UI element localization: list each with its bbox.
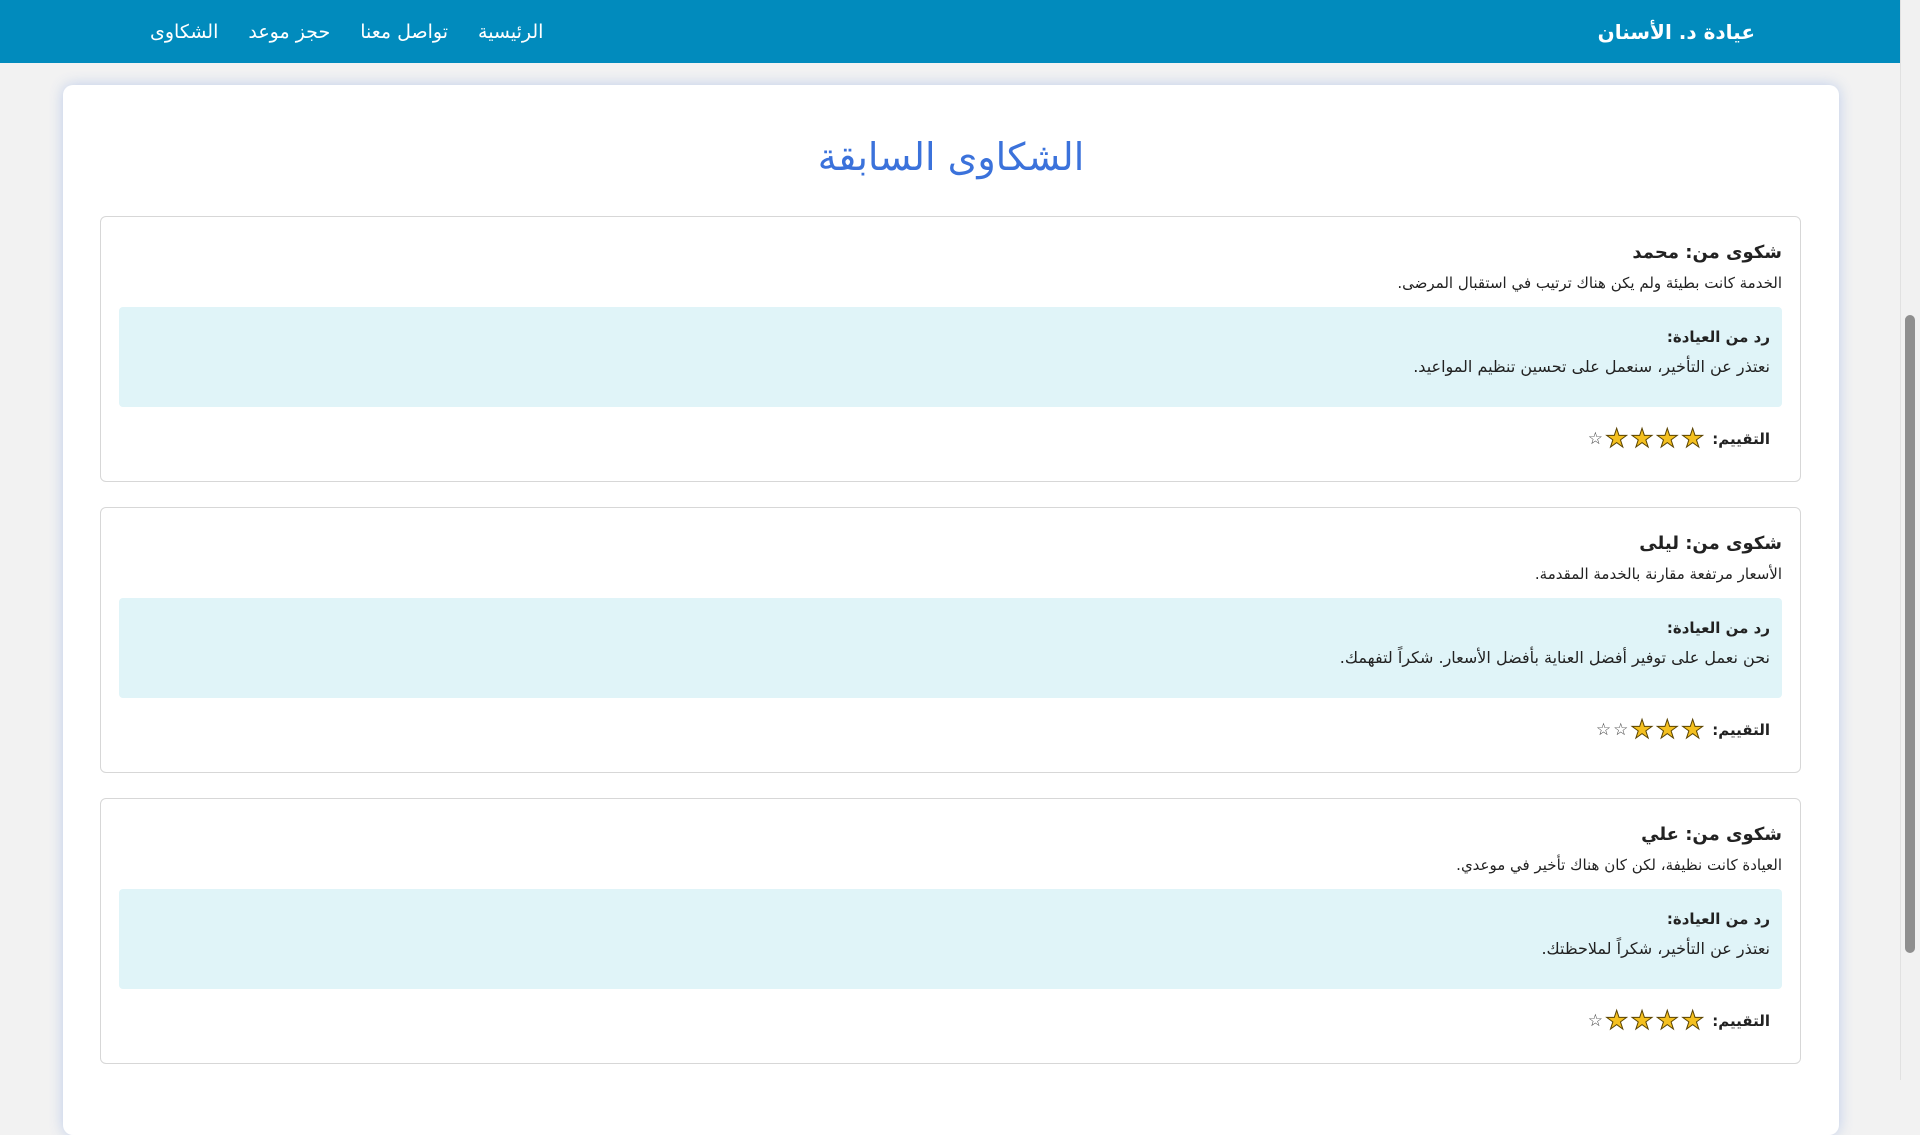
star-filled-icon: ★ (1605, 1006, 1629, 1036)
rating: التقييم: ★ ★ ★ ★ ☆ (119, 421, 1782, 457)
site-brand[interactable]: عيادة د. الأسنان (1598, 20, 1755, 44)
star-filled-icon: ★ (1630, 715, 1654, 745)
top-navbar: عيادة د. الأسنان الرئيسية تواصل معنا حجز… (0, 0, 1900, 63)
star-filled-icon: ★ (1655, 424, 1679, 454)
nav-links: الرئيسية تواصل معنا حجز موعد الشكاوى (150, 21, 543, 43)
main-container: الشكاوى السابقة شكوى من: محمد الخدمة كان… (63, 85, 1839, 1135)
page-title: الشكاوى السابقة (817, 135, 1085, 179)
nav-link-complaints[interactable]: الشكاوى (150, 21, 218, 43)
rating-stars: ★ ★ ★ ☆ ☆ (1595, 715, 1705, 745)
star-filled-icon: ★ (1630, 424, 1654, 454)
reply-title: رد من العيادة: (1666, 328, 1770, 346)
nav-link-home[interactable]: الرئيسية (478, 21, 543, 43)
complaint-text: العيادة كانت نظيفة، لكن كان هناك تأخير ف… (1456, 856, 1782, 874)
clinic-reply: رد من العيادة: نحن نعمل على توفير أفضل ا… (119, 598, 1782, 698)
star-filled-icon: ★ (1655, 1006, 1679, 1036)
nav-link-contact[interactable]: تواصل معنا (360, 21, 448, 43)
star-filled-icon: ★ (1680, 424, 1705, 454)
complaint-card: شكوى من: ليلى الأسعار مرتفعة مقارنة بالخ… (100, 507, 1801, 773)
star-empty-icon: ☆ (1587, 1010, 1604, 1031)
star-filled-icon: ★ (1680, 715, 1705, 745)
rating-label: التقييم: (1712, 1012, 1770, 1030)
complaint-text: الأسعار مرتفعة مقارنة بالخدمة المقدمة. (1534, 565, 1782, 583)
reply-title: رد من العيادة: (1666, 619, 1770, 637)
star-empty-icon: ☆ (1595, 719, 1612, 740)
star-filled-icon: ★ (1655, 715, 1679, 745)
complaint-author: شكوى من: علي (1641, 824, 1782, 845)
star-filled-icon: ★ (1680, 1006, 1705, 1036)
reply-text: نحن نعمل على توفير أفضل العناية بأفضل ال… (1339, 648, 1770, 667)
star-empty-icon: ☆ (1613, 719, 1629, 740)
reply-text: نعتذر عن التأخير، شكراً لملاحظتك. (1541, 939, 1770, 958)
star-empty-icon: ☆ (1587, 428, 1604, 449)
clinic-reply: رد من العيادة: نعتذر عن التأخير، شكراً ل… (119, 889, 1782, 989)
rating-stars: ★ ★ ★ ★ ☆ (1587, 1006, 1705, 1036)
rating-label: التقييم: (1712, 721, 1770, 739)
vertical-scrollbar[interactable] (1900, 0, 1920, 1080)
clinic-reply: رد من العيادة: نعتذر عن التأخير، سنعمل ع… (119, 307, 1782, 407)
reply-title: رد من العيادة: (1666, 910, 1770, 928)
complaint-card: شكوى من: علي العيادة كانت نظيفة، لكن كان… (100, 798, 1801, 1064)
rating-stars: ★ ★ ★ ★ ☆ (1587, 424, 1705, 454)
rating: التقييم: ★ ★ ★ ☆ ☆ (119, 712, 1782, 748)
complaint-card: شكوى من: محمد الخدمة كانت بطيئة ولم يكن … (100, 216, 1801, 482)
rating: التقييم: ★ ★ ★ ★ ☆ (119, 1003, 1782, 1039)
scrollbar-thumb[interactable] (1905, 315, 1915, 953)
complaints-list: شكوى من: محمد الخدمة كانت بطيئة ولم يكن … (100, 216, 1801, 1064)
star-filled-icon: ★ (1630, 1006, 1654, 1036)
complaint-author: شكوى من: ليلى (1639, 533, 1782, 554)
reply-text: نعتذر عن التأخير، سنعمل على تحسين تنظيم … (1413, 357, 1770, 376)
complaint-author: شكوى من: محمد (1632, 242, 1782, 263)
rating-label: التقييم: (1712, 430, 1770, 448)
nav-link-booking[interactable]: حجز موعد (248, 21, 330, 43)
star-filled-icon: ★ (1605, 424, 1629, 454)
complaint-text: الخدمة كانت بطيئة ولم يكن هناك ترتيب في … (1397, 274, 1782, 292)
